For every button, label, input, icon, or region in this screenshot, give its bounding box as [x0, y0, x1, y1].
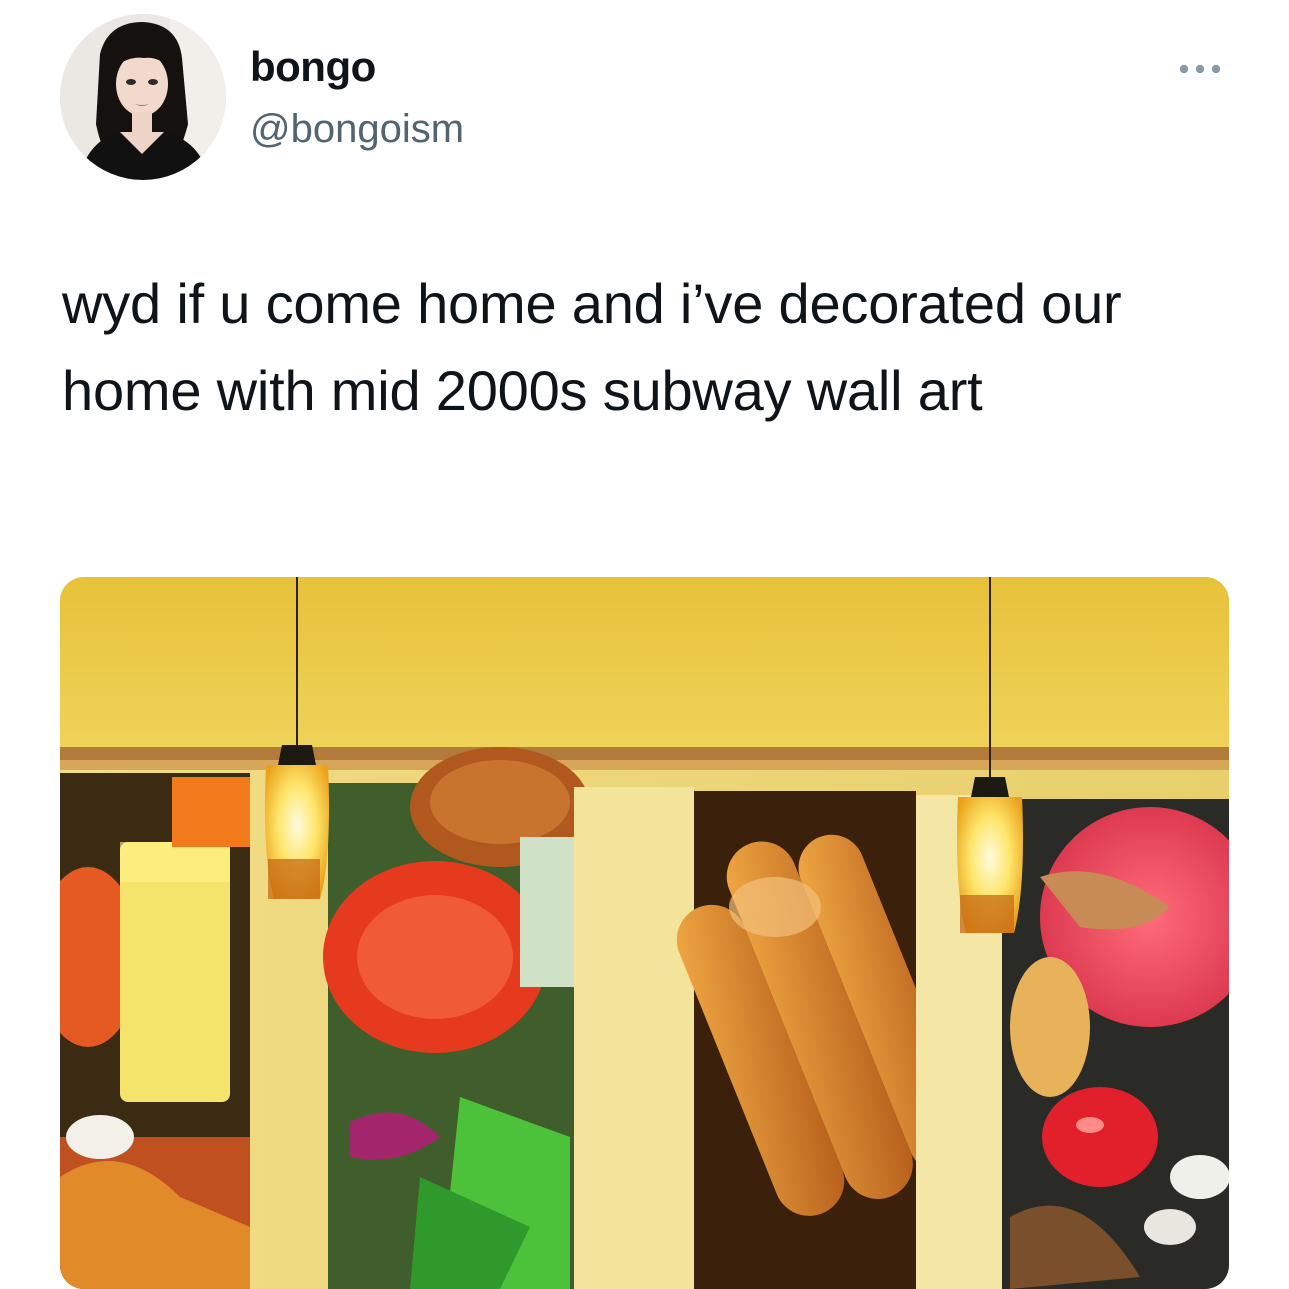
- tweet-media-photo[interactable]: [60, 577, 1229, 1289]
- display-name[interactable]: bongo: [250, 46, 376, 88]
- user-handle[interactable]: @bongoism: [250, 109, 464, 149]
- panel-2: [323, 747, 590, 1289]
- avatar-photo-icon: [60, 14, 226, 180]
- more-options-button[interactable]: [1170, 52, 1230, 86]
- avatar[interactable]: [60, 14, 226, 180]
- restaurant-wall-art-photo-icon: [60, 577, 1229, 1289]
- panel-1: [60, 773, 250, 1289]
- tweet: bongo @bongoism wyd if u come home and i…: [0, 0, 1289, 1289]
- more-horizontal-icon: [1179, 64, 1221, 74]
- panel-4: [1002, 799, 1229, 1289]
- tweet-text: wyd if u come home and i’ve decorated ou…: [62, 272, 1122, 422]
